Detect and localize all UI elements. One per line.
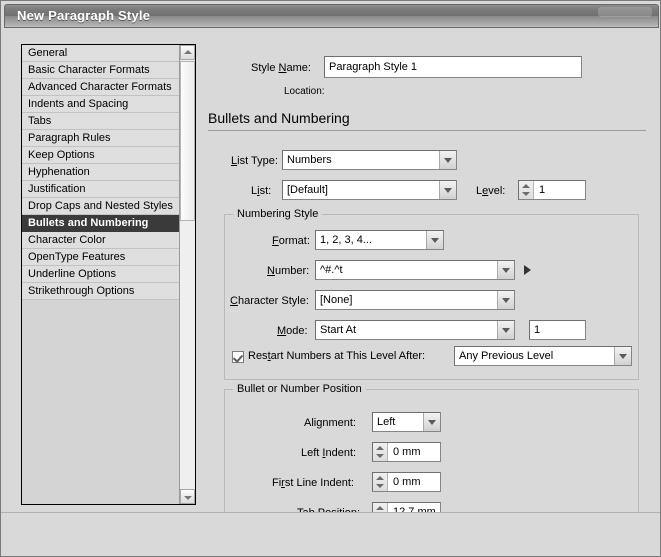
sidebar-item[interactable]: General: [22, 45, 179, 62]
number-value: ^#.^t: [320, 261, 494, 279]
restart-numbers-label: Restart Numbers at This Level After:: [248, 350, 425, 362]
chevron-down-icon[interactable]: [439, 151, 456, 169]
chevron-down-icon[interactable]: [614, 347, 631, 365]
format-label: Format:: [272, 235, 310, 247]
sidebar-item[interactable]: Bullets and Numbering: [22, 215, 179, 232]
left-indent-value: 0 mm: [393, 443, 438, 461]
number-label: Number:: [267, 265, 309, 277]
number-flyout-menu-icon[interactable]: [524, 265, 531, 275]
sidebar-item[interactable]: Justification: [22, 181, 179, 198]
mode-label: Mode:: [277, 325, 308, 337]
chevron-down-icon: [184, 496, 192, 500]
titlebar-highlight: [598, 7, 652, 17]
new-paragraph-style-dialog: New Paragraph Style GeneralBasic Charact…: [0, 0, 661, 557]
scroll-down-button[interactable]: [180, 489, 195, 504]
section-divider: [208, 130, 646, 131]
style-name-input[interactable]: Paragraph Style 1: [324, 56, 582, 78]
level-label: Level:: [476, 185, 505, 197]
sidebar-item[interactable]: Indents and Spacing: [22, 96, 179, 113]
chevron-down-icon[interactable]: [426, 231, 443, 249]
category-list-items: GeneralBasic Character FormatsAdvanced C…: [22, 45, 179, 300]
mode-start-at-input[interactable]: 1: [529, 320, 586, 340]
stepper-arrows-icon[interactable]: [519, 181, 534, 199]
chevron-down-icon[interactable]: [497, 261, 514, 279]
character-style-select[interactable]: [None]: [315, 290, 515, 310]
chevron-down-icon[interactable]: [423, 413, 440, 431]
character-style-value: [None]: [320, 291, 494, 309]
alignment-select[interactable]: Left: [372, 412, 441, 432]
format-value: 1, 2, 3, 4...: [320, 231, 423, 249]
window-title: New Paragraph Style: [17, 8, 150, 23]
character-style-label: Character Style:: [230, 295, 309, 307]
mode-select[interactable]: Start At: [315, 320, 515, 340]
section-heading: Bullets and Numbering: [208, 110, 350, 126]
dialog-body: GeneralBasic Character FormatsAdvanced C…: [4, 28, 659, 512]
title-bar: New Paragraph Style: [4, 4, 659, 28]
list-type-label: List Type:: [231, 155, 278, 167]
location-label: Location:: [284, 86, 325, 97]
category-list-scrollbar[interactable]: [179, 45, 195, 504]
level-stepper[interactable]: 1: [518, 180, 586, 200]
sidebar-item[interactable]: Drop Caps and Nested Styles: [22, 198, 179, 215]
chevron-up-icon: [184, 50, 192, 54]
list-value: [Default]: [287, 181, 436, 199]
list-label: List:: [251, 185, 271, 197]
first-line-indent-stepper[interactable]: 0 mm: [372, 472, 441, 492]
alignment-label: Alignment:: [304, 417, 356, 429]
numbering-style-group-title: Numbering Style: [233, 208, 322, 220]
dialog-footer: Preview OK Cancel: [1, 513, 661, 557]
sidebar-item[interactable]: Keep Options: [22, 147, 179, 164]
level-value: 1: [539, 181, 583, 199]
stepper-arrows-icon[interactable]: [373, 443, 388, 461]
first-line-indent-label: First Line Indent:: [272, 477, 354, 489]
position-group-title: Bullet or Number Position: [233, 383, 366, 395]
first-line-indent-value: 0 mm: [393, 473, 438, 491]
sidebar-item[interactable]: Basic Character Formats: [22, 62, 179, 79]
scrollbar-thumb[interactable]: [180, 61, 195, 221]
restart-after-select[interactable]: Any Previous Level: [454, 346, 632, 366]
left-indent-label: Left Indent:: [301, 447, 356, 459]
list-select[interactable]: [Default]: [282, 180, 457, 200]
sidebar-item[interactable]: Advanced Character Formats: [22, 79, 179, 96]
sidebar-item[interactable]: Underline Options: [22, 266, 179, 283]
style-name-label: Style Name:: [251, 62, 311, 74]
alignment-value: Left: [377, 413, 420, 431]
restart-numbers-checkbox[interactable]: [232, 351, 244, 363]
restart-after-value: Any Previous Level: [459, 347, 611, 365]
settings-pane: Style Name: Paragraph Style 1 Location: …: [204, 38, 649, 508]
sidebar-item[interactable]: Character Color: [22, 232, 179, 249]
scroll-up-button[interactable]: [180, 45, 195, 60]
sidebar-item[interactable]: Strikethrough Options: [22, 283, 179, 300]
stepper-arrows-icon[interactable]: [373, 473, 388, 491]
category-list[interactable]: GeneralBasic Character FormatsAdvanced C…: [21, 44, 196, 505]
sidebar-item[interactable]: OpenType Features: [22, 249, 179, 266]
format-select[interactable]: 1, 2, 3, 4...: [315, 230, 444, 250]
list-type-value: Numbers: [287, 151, 436, 169]
number-select[interactable]: ^#.^t: [315, 260, 515, 280]
mode-value: Start At: [320, 321, 494, 339]
sidebar-item[interactable]: Tabs: [22, 113, 179, 130]
list-type-select[interactable]: Numbers: [282, 150, 457, 170]
sidebar-item[interactable]: Hyphenation: [22, 164, 179, 181]
chevron-down-icon[interactable]: [497, 321, 514, 339]
sidebar-item[interactable]: Paragraph Rules: [22, 130, 179, 147]
chevron-down-icon[interactable]: [439, 181, 456, 199]
chevron-down-icon[interactable]: [497, 291, 514, 309]
left-indent-stepper[interactable]: 0 mm: [372, 442, 441, 462]
